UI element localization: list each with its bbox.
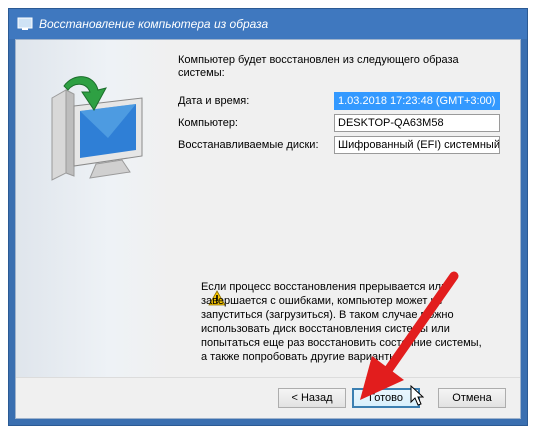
content-area: Компьютер будет восстановлен из следующе… [178,54,512,156]
left-panel [16,40,172,378]
dialog-body: Компьютер будет восстановлен из следующе… [15,39,521,419]
disks-label: Восстанавливаемые диски: [178,139,319,151]
back-button[interactable]: < Назад [278,388,346,408]
field-row-datetime: Дата и время: 1.03.2018 17:23:48 (GMT+3:… [178,90,512,112]
datetime-label: Дата и время: [178,95,250,107]
computer-field[interactable]: DESKTOP-QA63M58 [334,114,500,132]
intro-text: Компьютер будет восстановлен из следующе… [178,54,459,79]
cancel-button[interactable]: Отмена [438,388,506,408]
datetime-field[interactable]: 1.03.2018 17:23:48 (GMT+3:00) [334,92,500,110]
window-app-icon [17,17,33,30]
mouse-cursor-icon [410,385,424,406]
field-row-disks: Восстанавливаемые диски: Шифрованный (EF… [178,134,512,156]
button-bar: < Назад Готово Отмена [16,377,520,418]
title-bar: Восстановление компьютера из образа [9,9,527,39]
computer-restore-icon [51,76,143,181]
warning-text: Если процесс восстановления прерывается … [201,281,482,363]
computer-label: Компьютер: [178,117,238,129]
restore-dialog: Восстановление компьютера из образа Комп… [8,8,528,426]
field-row-computer: Компьютер: DESKTOP-QA63M58 [178,112,512,134]
window-title: Восстановление компьютера из образа [39,17,269,31]
disks-field[interactable]: Шифрованный (EFI) системный р [334,136,500,154]
